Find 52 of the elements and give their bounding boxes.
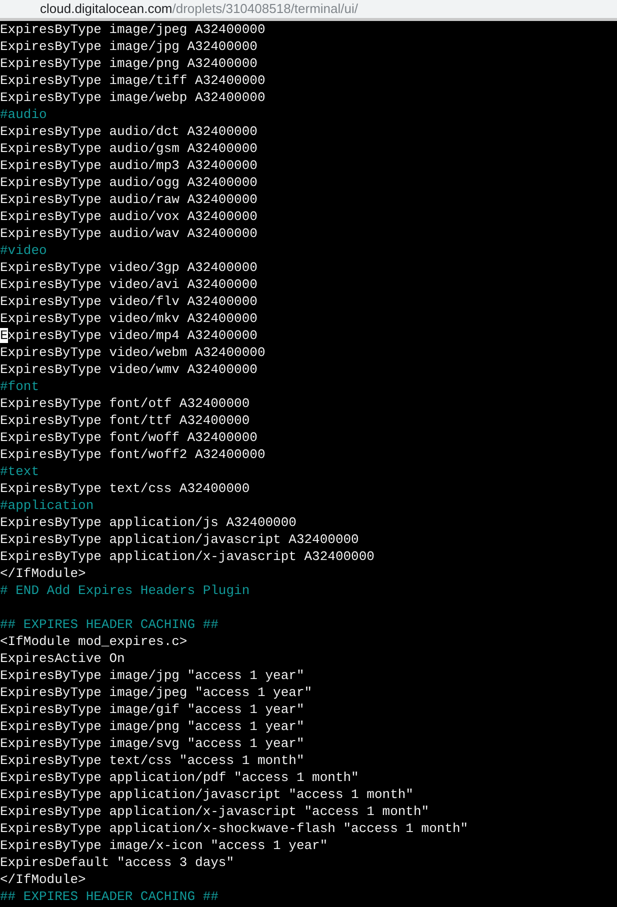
code-line: ExpiresByType text/css A32400000 [0, 480, 250, 497]
comment-line: #audio [0, 106, 47, 123]
code-line: ExpiresByType audio/gsm A32400000 [0, 140, 258, 157]
code-line: <IfModule mod_expires.c> [0, 633, 188, 650]
code-line: ExpiresActive On [0, 650, 125, 667]
code-line: ExpiresByType audio/vox A32400000 [0, 208, 258, 225]
comment-line: # END Add Expires Headers Plugin [0, 582, 250, 599]
comment-line: #application [0, 497, 94, 514]
code-line: ExpiresByType image/png "access 1 year" [0, 718, 304, 735]
code-line: ExpiresByType application/x-javascript "access 1 month" [0, 803, 430, 820]
comment-line: ## EXPIRES HEADER CACHING ## [0, 888, 218, 905]
comment-line: ## EXPIRES HEADER CACHING ## [0, 616, 218, 633]
code-line: ExpiresByType image/tiff A32400000 [0, 72, 266, 89]
code-line: ExpiresByType video/webm A32400000 [0, 344, 266, 361]
comment-line: #video [0, 242, 47, 259]
code-line: ExpiresByType video/avi A32400000 [0, 276, 258, 293]
comment-line: #font [0, 378, 40, 395]
code-line: ExpiresByType audio/wav A32400000 [0, 225, 258, 242]
code-line: ExpiresByType application/pdf "access 1 month" [0, 769, 359, 786]
code-line: ExpiresByType text/css "access 1 month" [0, 752, 304, 769]
url-text: cloud.digitalocean.com/droplets/310408518/terminal/ui/ [40, 1, 358, 17]
code-line: ExpiresByType image/jpg "access 1 year" [0, 667, 304, 684]
code-line: ExpiresByType audio/dct A32400000 [0, 123, 258, 140]
address-bar[interactable]: cloud.digitalocean.com/droplets/310408518/terminal/ui/ [0, 0, 617, 21]
code-line: ExpiresByType audio/ogg A32400000 [0, 174, 258, 191]
code-line: ExpiresByType image/webp A32400000 [0, 89, 266, 106]
code-line: ExpiresByType video/3gp A32400000 [0, 259, 258, 276]
code-line: ExpiresByType image/png A32400000 [0, 55, 258, 72]
code-line: ExpiresByType application/js A32400000 [0, 514, 296, 531]
code-line: ExpiresByType font/otf A32400000 [0, 395, 250, 412]
code-line: </IfModule> [0, 871, 86, 888]
code-line: ExpiresByType image/jpeg "access 1 year" [0, 684, 312, 701]
code-line: ExpiresByType image/x-icon "access 1 year" [0, 837, 328, 854]
code-line: ExpiresByType video/mkv A32400000 [0, 310, 258, 327]
code-line: ExpiresByType image/gif "access 1 year" [0, 701, 304, 718]
code-line: ExpiresByType font/woff A32400000 [0, 429, 258, 446]
code-line: ExpiresByType application/javascript "access 1 month" [0, 786, 414, 803]
code-line: ExpiresByType application/x-shockwave-flash "access 1 month" [0, 820, 468, 837]
code-line: ExpiresByType application/javascript A32400000 [0, 531, 359, 548]
code-line: ExpiresDefault "access 3 days" [0, 854, 234, 871]
comment-line: #text [0, 463, 40, 480]
code-line: </IfModule> [0, 565, 86, 582]
code-line: ExpiresByType image/svg "access 1 year" [0, 735, 304, 752]
code-line: ExpiresByType font/woff2 A32400000 [0, 446, 266, 463]
code-line: ExpiresByType video/wmv A32400000 [0, 361, 258, 378]
code-line: ExpiresByType video/flv A32400000 [0, 293, 258, 310]
code-line: ExpiresByType image/jpeg A32400000 [0, 21, 266, 38]
code-line: ExpiresByType font/ttf A32400000 [0, 412, 250, 429]
code-line: ExpiresByType audio/mp3 A32400000 [0, 157, 258, 174]
code-line: ExpiresByType image/jpg A32400000 [0, 38, 258, 55]
code-line: ExpiresByType audio/raw A32400000 [0, 191, 258, 208]
code-line: ExpiresByType application/x-javascript A32400000 [0, 548, 374, 565]
